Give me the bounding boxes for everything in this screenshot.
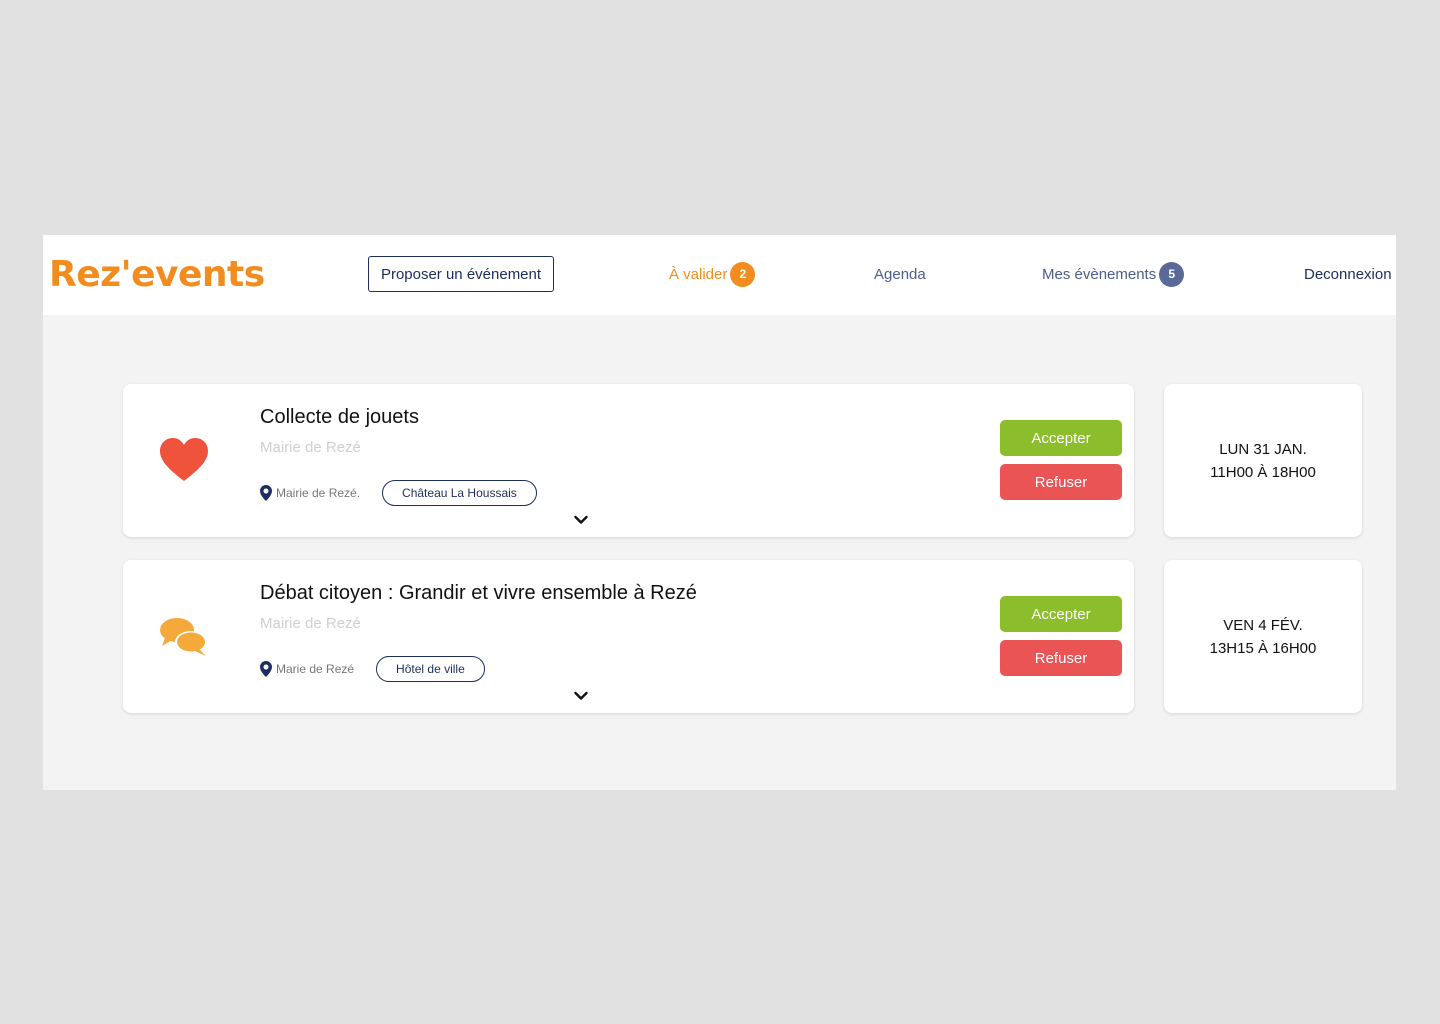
app-frame: Rez'events Proposer un événement À valid… bbox=[43, 235, 1396, 790]
event-date: LUN 31 JAN. bbox=[1219, 440, 1307, 458]
event-time-range: 11H00 À 18H00 bbox=[1210, 463, 1316, 481]
refuse-button[interactable]: Refuser bbox=[1000, 640, 1122, 676]
location-organizer: Mairie de Rezé. bbox=[276, 486, 361, 500]
accept-button[interactable]: Accepter bbox=[1000, 420, 1122, 456]
event-organizer: Mairie de Rezé bbox=[260, 615, 361, 632]
nav-to-validate[interactable]: À valider 2 bbox=[669, 261, 756, 287]
nav-to-validate-label: À valider bbox=[669, 265, 728, 283]
brand-logo[interactable]: Rez'events bbox=[49, 253, 265, 297]
place-tag[interactable]: Château La Houssais bbox=[382, 480, 537, 506]
event-title: Collecte de jouets bbox=[260, 406, 419, 428]
propose-event-button[interactable]: Proposer un événement bbox=[368, 256, 554, 292]
chat-bubbles-icon bbox=[160, 618, 207, 656]
map-pin-icon bbox=[260, 485, 272, 501]
event-date-card: LUN 31 JAN. 11H00 À 18H00 bbox=[1164, 384, 1362, 537]
logout-link[interactable]: Deconnexion bbox=[1304, 261, 1392, 287]
map-pin-icon bbox=[260, 661, 272, 677]
event-card: Débat citoyen : Grandir et vivre ensembl… bbox=[123, 560, 1134, 713]
my-events-count-badge: 5 bbox=[1159, 261, 1185, 287]
heart-icon bbox=[160, 438, 208, 481]
place-tag[interactable]: Hôtel de ville bbox=[376, 656, 485, 682]
event-title: Débat citoyen : Grandir et vivre ensembl… bbox=[260, 582, 697, 604]
event-location-row: Mairie de Rezé. Château La Houssais bbox=[260, 480, 537, 506]
accept-button[interactable]: Accepter bbox=[1000, 596, 1122, 632]
nav-my-events-label: Mes évènements bbox=[1042, 265, 1157, 283]
to-validate-count-badge: 2 bbox=[730, 261, 756, 287]
event-card: Collecte de jouets Mairie de Rezé Mairie… bbox=[123, 384, 1134, 537]
event-location-row: Marie de Rezé Hôtel de ville bbox=[260, 656, 485, 682]
nav-my-events[interactable]: Mes évènements 5 bbox=[1042, 261, 1185, 287]
chevron-down-icon[interactable] bbox=[574, 515, 588, 525]
event-date: VEN 4 FÉV. bbox=[1223, 616, 1303, 634]
event-organizer: Mairie de Rezé bbox=[260, 439, 361, 456]
top-navbar: Rez'events Proposer un événement À valid… bbox=[43, 235, 1396, 315]
location-organizer: Marie de Rezé bbox=[276, 662, 355, 676]
chevron-down-icon[interactable] bbox=[574, 691, 588, 701]
refuse-button[interactable]: Refuser bbox=[1000, 464, 1122, 500]
event-time-range: 13H15 À 16H00 bbox=[1209, 639, 1317, 657]
nav-agenda[interactable]: Agenda bbox=[874, 261, 926, 287]
event-date-card: VEN 4 FÉV. 13H15 À 16H00 bbox=[1164, 560, 1362, 713]
